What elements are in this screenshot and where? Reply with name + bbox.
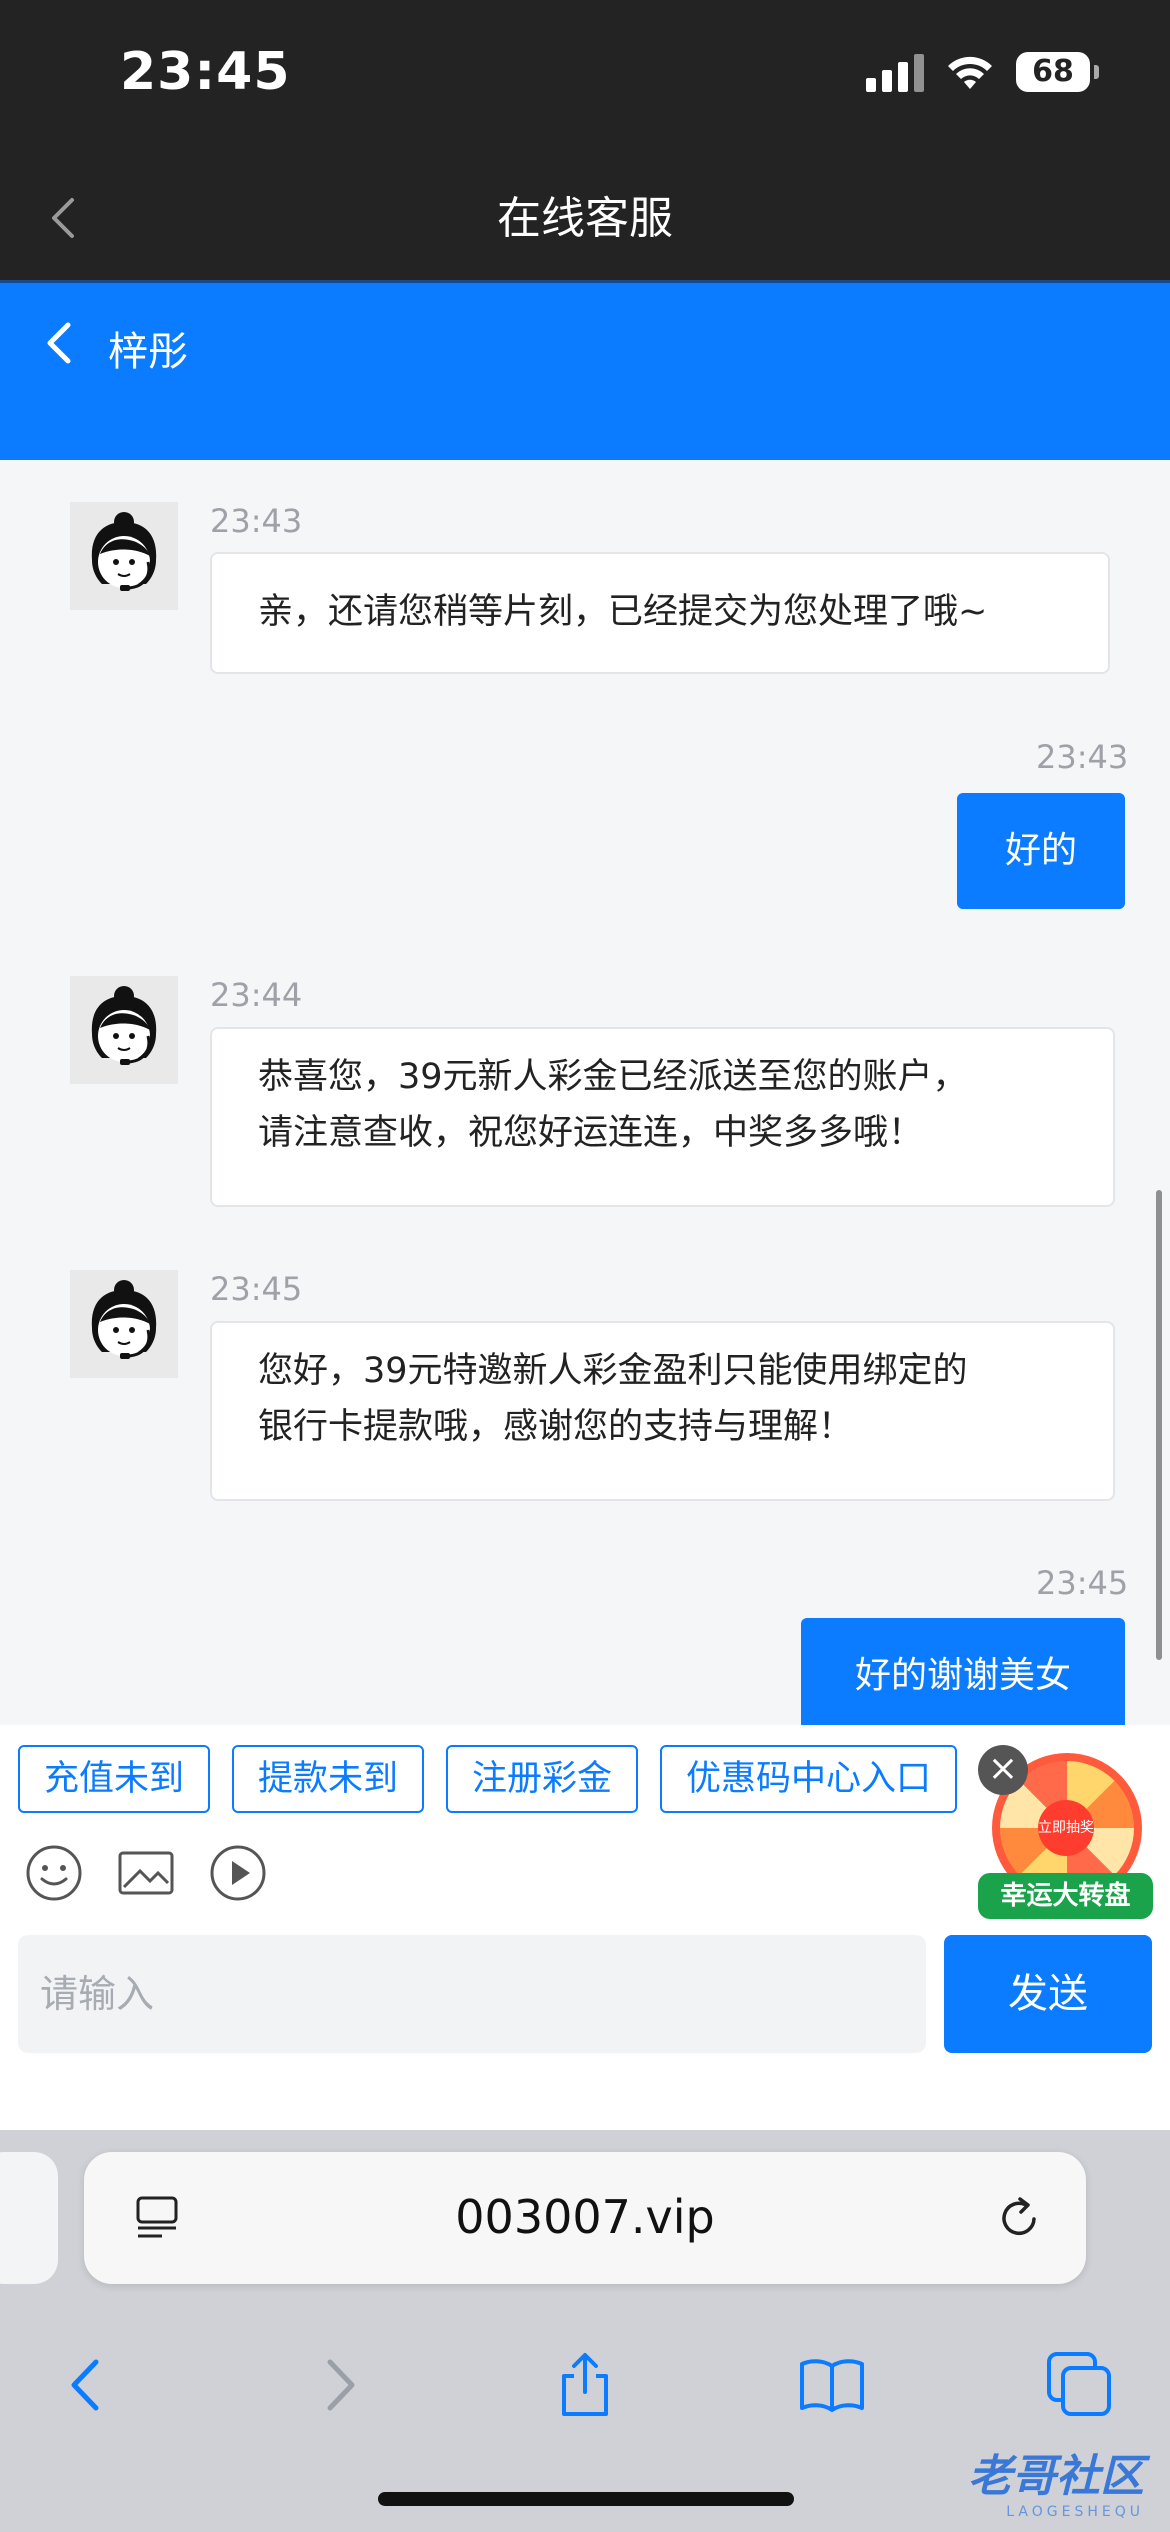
promo-label: 幸运大转盘 bbox=[978, 1873, 1153, 1919]
page: 23:45 68 在线客服 梓彤 23:43 亲，还请您稍等片刻，已经提交为您处… bbox=[0, 0, 1170, 2532]
watermark-subtext: LAOGESHEQU bbox=[1006, 2504, 1144, 2520]
title-bar: 在线客服 bbox=[0, 160, 1170, 280]
quick-replies: 充值未到 提款未到 注册彩金 优惠码中心入口 bbox=[18, 1745, 958, 1813]
status-time: 23:45 bbox=[120, 42, 291, 102]
header-back-icon[interactable] bbox=[34, 313, 84, 373]
reload-icon[interactable] bbox=[992, 2192, 1046, 2246]
message-time: 23:44 bbox=[210, 976, 303, 1014]
message-time: 23:43 bbox=[1036, 738, 1129, 776]
message-time: 23:43 bbox=[210, 502, 303, 540]
message-text-line: 请注意查收，祝您好运连连，中奖多多哦！ bbox=[258, 1113, 924, 1153]
agent-name: 梓彤 bbox=[108, 329, 188, 375]
bookmarks-icon[interactable] bbox=[797, 2350, 867, 2420]
page-title: 在线客服 bbox=[497, 193, 673, 244]
agent-avatar bbox=[70, 1270, 178, 1378]
message-text-line: 您好，39元特邀新人彩金盈利只能使用绑定的 bbox=[258, 1351, 968, 1391]
composer-tools bbox=[24, 1843, 268, 1903]
previous-tab-preview[interactable] bbox=[0, 2152, 58, 2284]
message-text: 亲，还请您稍等片刻，已经提交为您处理了哦~ bbox=[258, 592, 988, 632]
video-icon[interactable] bbox=[208, 1843, 268, 1903]
share-icon[interactable] bbox=[550, 2350, 620, 2420]
browser-toolbar: 003007.vip 老哥社区 LAOGESHEQU bbox=[0, 2130, 1170, 2532]
message-bubble: 恭喜您，39元新人彩金已经派送至您的账户， 请注意查收，祝您好运连连，中奖多多哦… bbox=[210, 1027, 1115, 1207]
browser-nav bbox=[0, 2320, 1170, 2430]
home-indicator[interactable] bbox=[378, 2492, 794, 2506]
tabs-icon[interactable] bbox=[1045, 2350, 1115, 2420]
cellular-signal-icon bbox=[866, 52, 924, 92]
message-bubble: 亲，还请您稍等片刻，已经提交为您处理了哦~ bbox=[210, 552, 1110, 674]
browser-back-icon[interactable] bbox=[52, 2350, 122, 2420]
chat-header: 梓彤 bbox=[0, 280, 1170, 460]
wifi-icon bbox=[948, 56, 992, 89]
lucky-wheel-promo[interactable]: × 立即抽奖 幸运大转盘 bbox=[978, 1745, 1153, 1920]
status-icons: 68 bbox=[866, 52, 1099, 92]
message-time: 23:45 bbox=[210, 1270, 303, 1308]
battery-indicator: 68 bbox=[1016, 52, 1099, 92]
image-icon[interactable] bbox=[116, 1843, 176, 1903]
watermark-text: 老哥社区 bbox=[968, 2451, 1144, 2502]
quick-reply-recharge[interactable]: 充值未到 bbox=[18, 1745, 211, 1813]
agent-avatar-icon bbox=[70, 502, 178, 610]
quick-reply-bonus[interactable]: 注册彩金 bbox=[446, 1745, 639, 1813]
agent-avatar bbox=[70, 976, 178, 1084]
promo-close-button[interactable]: × bbox=[978, 1745, 1028, 1795]
address-bar[interactable]: 003007.vip bbox=[84, 2152, 1086, 2284]
agent-avatar-icon bbox=[70, 976, 178, 1084]
url-text: 003007.vip bbox=[455, 2190, 715, 2244]
message-bubble-user: 好的谢谢美女 bbox=[801, 1618, 1125, 1725]
quick-reply-withdraw[interactable]: 提款未到 bbox=[232, 1745, 425, 1813]
agent-avatar-icon bbox=[70, 1270, 178, 1378]
agent-avatar bbox=[70, 502, 178, 610]
send-button[interactable]: 发送 bbox=[944, 1935, 1152, 2053]
watermark-logo: 老哥社区 LAOGESHEQU bbox=[968, 2440, 1144, 2520]
message-bubble-user: 好的 bbox=[957, 793, 1125, 909]
message-bubble: 您好，39元特邀新人彩金盈利只能使用绑定的 银行卡提款哦，感谢您的支持与理解！ bbox=[210, 1321, 1115, 1501]
message-time: 23:45 bbox=[1036, 1564, 1129, 1602]
message-text-line: 银行卡提款哦，感谢您的支持与理解！ bbox=[258, 1407, 854, 1447]
message-text: 好的 bbox=[1004, 830, 1077, 871]
quick-reply-promo-code[interactable]: 优惠码中心入口 bbox=[660, 1745, 958, 1813]
status-bar: 23:45 68 bbox=[0, 0, 1170, 160]
wheel-center[interactable]: 立即抽奖 bbox=[1038, 1800, 1094, 1856]
scrollbar[interactable] bbox=[1156, 1190, 1162, 1660]
message-input[interactable]: 请输入 bbox=[18, 1935, 926, 2053]
chat-area[interactable]: 23:43 亲，还请您稍等片刻，已经提交为您处理了哦~ 23:43 好的 23:… bbox=[0, 460, 1170, 1725]
emoji-icon[interactable] bbox=[24, 1843, 84, 1903]
message-text-line: 恭喜您，39元新人彩金已经派送至您的账户， bbox=[258, 1057, 968, 1097]
message-text: 好的谢谢美女 bbox=[854, 1655, 1071, 1696]
browser-forward-icon[interactable] bbox=[304, 2350, 374, 2420]
